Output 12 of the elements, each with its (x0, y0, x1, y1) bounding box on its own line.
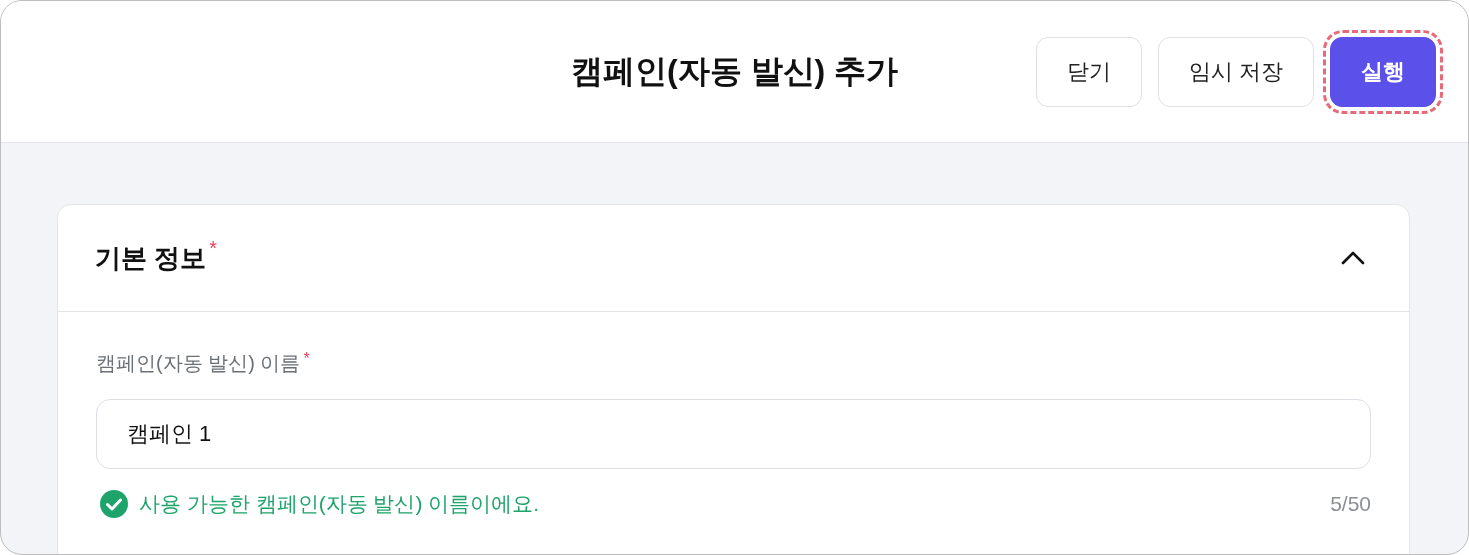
required-mark: * (209, 237, 218, 260)
input-field[interactable]: 캠페인 1 (96, 399, 1371, 470)
header-button[interactable]: 임시 저장 (1157, 36, 1314, 107)
section-title: 기본 정보 (95, 241, 207, 275)
required-mark: * (303, 350, 310, 367)
chevron-up-icon[interactable] (1341, 251, 1365, 265)
header-button[interactable]: 닫기 (1035, 36, 1142, 107)
run-button[interactable]: 실행 (1330, 36, 1436, 107)
field-label: 캠페인(자동 발신) 이름 (96, 351, 301, 377)
character-counter: 5/50 (1330, 492, 1371, 517)
window-title: 캠페인(자동 발신) 추가 (570, 52, 899, 89)
validation-message: 사용 가능한 캠페인(자동 발신) 이름이에요. (139, 491, 540, 518)
